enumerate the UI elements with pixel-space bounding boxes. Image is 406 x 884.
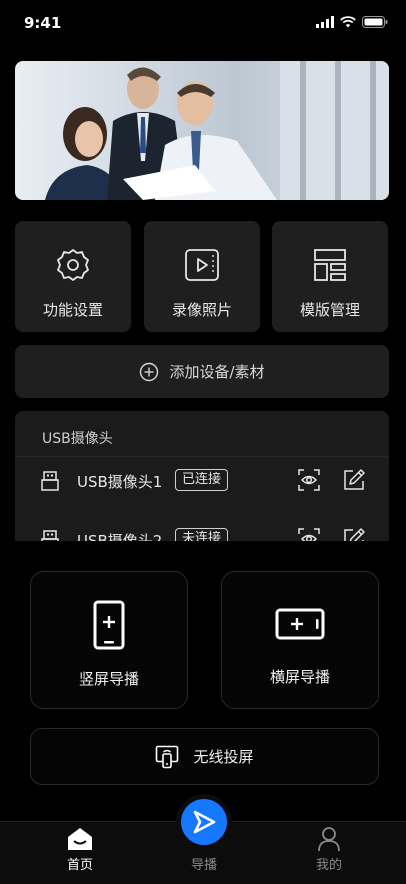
portrait-broadcast-label: 竖屏导播 xyxy=(78,670,139,688)
tab-home-label: 首页 xyxy=(66,858,93,873)
usb-camera-name: USB摄像头2 xyxy=(77,532,163,541)
preview-eye-icon[interactable] xyxy=(297,468,321,492)
usb-camera-row[interactable]: USB摄像头1 已连接 xyxy=(15,456,389,507)
status-icons xyxy=(316,16,388,28)
signal-icon xyxy=(316,16,334,28)
profile-icon xyxy=(318,827,340,852)
function-settings-label: 功能设置 xyxy=(42,301,103,319)
tab-broadcast-label: 导播 xyxy=(190,858,217,873)
plus-circle-icon xyxy=(140,362,159,381)
portrait-broadcast-button[interactable]: 竖屏导播 xyxy=(30,571,188,709)
home-icon xyxy=(68,828,92,850)
gear-icon xyxy=(57,249,89,281)
wifi-icon xyxy=(340,16,356,28)
usb-icon xyxy=(41,471,59,491)
template-management-label: 模版管理 xyxy=(299,301,360,319)
template-management-card[interactable]: 模版管理 xyxy=(272,221,388,332)
usb-camera-row[interactable]: USB摄像头2 未连接 xyxy=(15,516,389,541)
connection-status-badge: 已连接 xyxy=(175,469,229,491)
connection-status-badge: 未连接 xyxy=(175,528,229,541)
template-icon xyxy=(314,249,346,281)
usb-camera-panel: USB摄像头 USB摄像头1 已连接 USB摄像头2 未连接 xyxy=(15,411,389,541)
banner-image[interactable] xyxy=(15,61,389,200)
edit-icon[interactable] xyxy=(342,468,366,492)
add-device-label: 添加设备/素材 xyxy=(169,363,265,381)
play-icon xyxy=(193,810,216,834)
preview-eye-icon[interactable] xyxy=(297,527,321,541)
function-settings-card[interactable]: 功能设置 xyxy=(15,221,131,332)
wireless-cast-button[interactable]: 无线投屏 xyxy=(30,728,379,785)
broadcast-fab-button[interactable] xyxy=(181,799,227,845)
usb-icon xyxy=(41,530,59,541)
landscape-broadcast-label: 横屏导播 xyxy=(269,668,330,686)
landscape-broadcast-button[interactable]: 横屏导播 xyxy=(221,571,379,709)
tab-mine-label: 我的 xyxy=(315,858,342,873)
video-photos-label: 录像照片 xyxy=(171,301,232,319)
add-device-button[interactable]: 添加设备/素材 xyxy=(15,345,389,398)
video-icon xyxy=(185,249,219,281)
usb-section-title: USB摄像头 xyxy=(42,431,113,447)
wireless-cast-icon xyxy=(156,745,179,768)
battery-icon xyxy=(362,16,388,28)
usb-camera-name: USB摄像头1 xyxy=(77,473,163,491)
business-team-photo xyxy=(45,61,389,200)
portrait-phone-icon xyxy=(93,600,125,650)
landscape-phone-icon xyxy=(275,608,325,640)
status-time: 9:41 xyxy=(24,14,62,32)
wireless-cast-label: 无线投屏 xyxy=(193,748,254,766)
edit-icon[interactable] xyxy=(342,527,366,541)
tab-home[interactable]: 首页 xyxy=(40,822,120,884)
tab-mine[interactable]: 我的 xyxy=(289,822,369,884)
video-photos-card[interactable]: 录像照片 xyxy=(144,221,260,332)
